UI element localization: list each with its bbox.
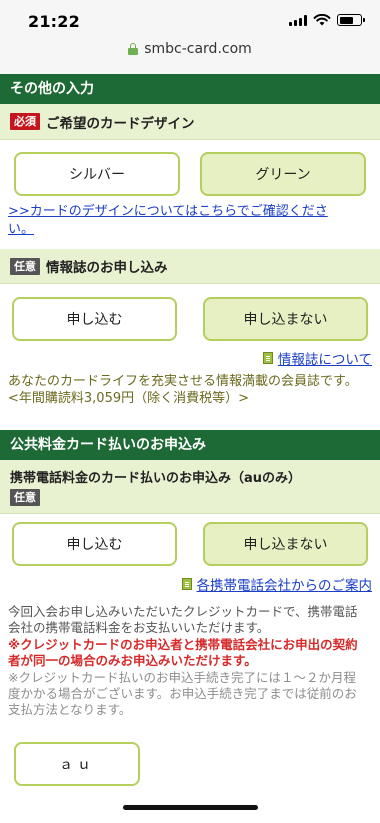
mobile-note-general: 今回入会お申し込みいただいたクレジットカードで、携帯電話会社の携帯電話料金をお支…	[8, 604, 358, 635]
magazine-label: 情報誌のお申し込み	[46, 260, 168, 276]
mobile-note-timing: ※クレジットカード払いのお申込手続き完了には１～２か月程度かかる場合がございます…	[8, 670, 357, 717]
optional-badge: 任意	[10, 257, 40, 275]
page-content: その他の入力 必須 ご希望のカードデザイン シルバー グリーン >>カードのデザ…	[0, 74, 380, 786]
carrier-options: ａｕ	[0, 742, 380, 786]
card-design-link[interactable]: >>カードのデザインについてはこちらでご確認くださ い。	[0, 202, 360, 238]
mobile-option-decline[interactable]: 申し込まない	[203, 522, 368, 566]
status-bar: 21:22	[0, 0, 380, 40]
magazine-option-apply[interactable]: 申し込む	[12, 297, 177, 341]
section-header-other: その他の入力	[0, 74, 380, 104]
status-icons	[289, 14, 365, 26]
mobile-heading: 携帯電話料金のカード払いのお申込み（auのみ） 任意	[0, 460, 380, 514]
document-icon	[262, 352, 273, 364]
card-design-options: シルバー グリーン	[0, 152, 380, 196]
card-design-option-silver[interactable]: シルバー	[14, 152, 180, 196]
browser-url-bar[interactable]: smbc-card.com	[0, 40, 380, 74]
battery-icon	[337, 14, 365, 26]
cellular-signal-icon	[289, 14, 307, 26]
lock-icon	[128, 43, 139, 55]
card-design-option-green[interactable]: グリーン	[200, 152, 366, 196]
carrier-option-au[interactable]: ａｕ	[14, 742, 140, 786]
status-time: 21:22	[28, 12, 80, 31]
wifi-icon	[313, 14, 331, 26]
mobile-option-apply[interactable]: 申し込む	[12, 522, 177, 566]
mobile-label: 携帯電話料金のカード払いのお申込み（auのみ）	[10, 471, 302, 486]
optional-badge-mobile: 任意	[10, 489, 40, 506]
required-badge: 必須	[10, 113, 40, 130]
mobile-carrier-link[interactable]: 各携帯電話会社からのご案内	[0, 574, 380, 594]
magazine-description: あなたのカードライフを充実させる情報満載の会員誌です。	[8, 374, 358, 389]
card-design-heading: 必須 ご希望のカードデザイン	[0, 104, 380, 140]
mobile-note-warning: ※クレジットカードのお申込者と携帯電話会社にお申出の契約者が同一の場合のみお申込…	[8, 637, 358, 668]
magazine-info-link[interactable]: 情報誌について	[0, 348, 380, 368]
home-indicator[interactable]	[123, 805, 258, 810]
url-text: smbc-card.com	[144, 41, 252, 57]
mobile-options: 申し込む 申し込まない	[0, 522, 380, 566]
section-header-utility: 公共料金カード払いのお申込み	[0, 430, 380, 460]
magazine-price: <年間購読料3,059円（除く消費税等）>	[8, 391, 250, 406]
card-design-label: ご希望のカードデザイン	[46, 115, 195, 132]
magazine-options: 申し込む 申し込まない	[0, 297, 380, 341]
magazine-option-decline[interactable]: 申し込まない	[203, 297, 368, 341]
magazine-heading: 任意 情報誌のお申し込み	[0, 249, 380, 284]
document-icon	[181, 578, 192, 590]
